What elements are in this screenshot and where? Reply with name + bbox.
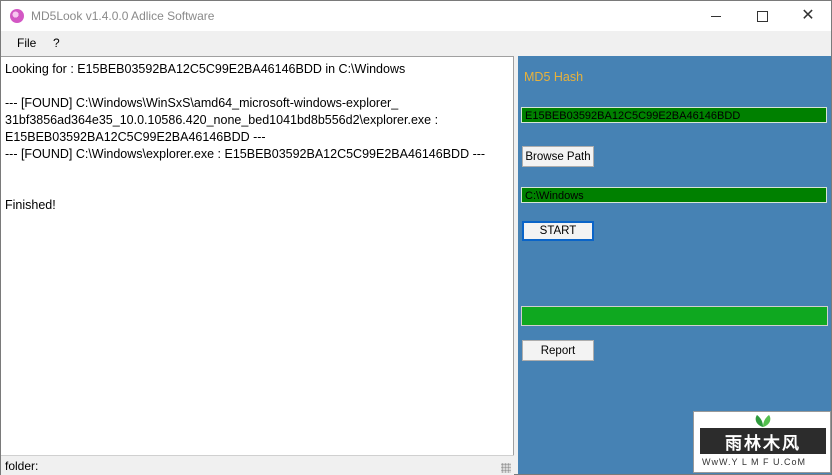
- maximize-button[interactable]: [739, 1, 785, 31]
- menu-file[interactable]: File: [17, 36, 36, 50]
- menu-bar: File ?: [1, 31, 831, 55]
- output-line: E15BEB03592BA12C5C99E2BA46146BDD ---: [5, 130, 266, 144]
- status-text: folder:: [5, 459, 39, 473]
- window-title: MD5Look v1.4.0.0 Adlice Software: [31, 9, 215, 23]
- output-textarea[interactable]: Looking for : E15BEB03592BA12C5C99E2BA46…: [1, 56, 514, 455]
- status-bar: folder:: [1, 455, 514, 475]
- app-window: MD5Look v1.4.0.0 Adlice Software ✕ File …: [0, 0, 832, 475]
- resize-grip-icon[interactable]: [501, 463, 511, 473]
- watermark-title: 雨林木风: [700, 428, 826, 454]
- path-input[interactable]: C:\Windows: [521, 187, 827, 203]
- output-line: Finished!: [5, 198, 56, 212]
- maximize-icon: [756, 10, 768, 22]
- app-icon: [10, 9, 24, 23]
- output-line: --- [FOUND] C:\Windows\WinSxS\amd64_micr…: [5, 96, 399, 110]
- close-icon: ✕: [801, 7, 815, 24]
- title-bar[interactable]: MD5Look v1.4.0.0 Adlice Software ✕: [1, 1, 831, 31]
- progress-bar: [521, 306, 828, 326]
- menu-help[interactable]: ?: [53, 36, 60, 50]
- report-button[interactable]: Report: [522, 340, 594, 361]
- watermark-url: WwW.Y L M F U.CoM: [702, 457, 807, 467]
- watermark-logo: 雨林木风 WwW.Y L M F U.CoM: [693, 411, 831, 473]
- output-line: --- [FOUND] C:\Windows\explorer.exe : E1…: [5, 147, 486, 161]
- browse-path-button[interactable]: Browse Path: [522, 146, 594, 167]
- minimize-icon: [711, 15, 721, 17]
- md5-hash-label: MD5 Hash: [524, 70, 584, 84]
- start-button[interactable]: START: [522, 221, 594, 241]
- leaf-icon: [755, 415, 771, 427]
- output-line: 31bf3856ad364e35_10.0.10586.420_none_bed…: [5, 113, 439, 127]
- close-button[interactable]: ✕: [785, 1, 831, 31]
- minimize-button[interactable]: [693, 1, 739, 31]
- output-line: Looking for : E15BEB03592BA12C5C99E2BA46…: [5, 62, 406, 76]
- md5-hash-input[interactable]: E15BEB03592BA12C5C99E2BA46146BDD: [521, 107, 827, 123]
